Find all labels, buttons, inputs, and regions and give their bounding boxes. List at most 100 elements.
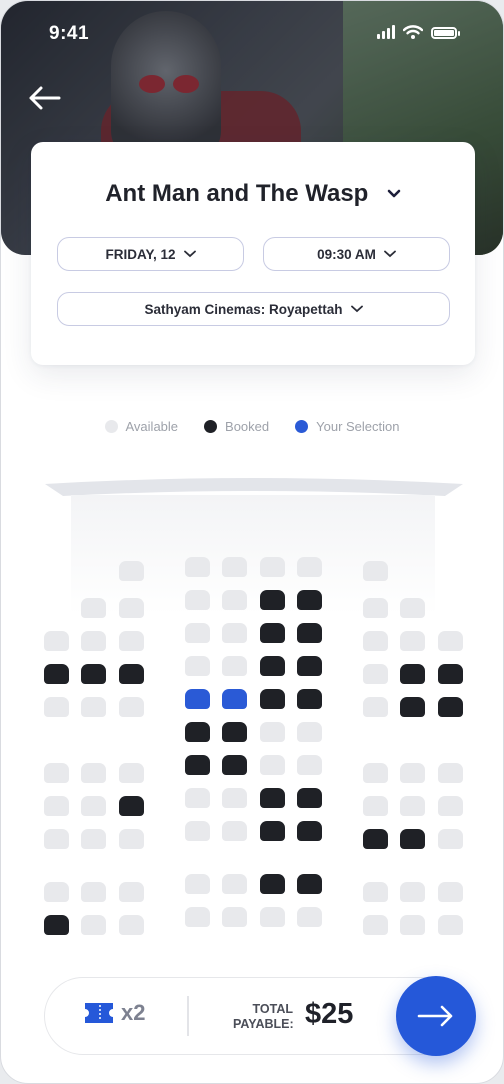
seat-available[interactable] bbox=[222, 557, 247, 577]
seat-available[interactable] bbox=[438, 796, 463, 816]
seat-available[interactable] bbox=[260, 907, 285, 927]
seat-available[interactable] bbox=[185, 656, 210, 676]
seat-available[interactable] bbox=[400, 763, 425, 783]
seat-available[interactable] bbox=[363, 598, 388, 618]
seat-selected[interactable] bbox=[185, 689, 210, 709]
seat-booked bbox=[185, 722, 210, 742]
seat-available[interactable] bbox=[185, 874, 210, 894]
seat-booked bbox=[438, 697, 463, 717]
seat-available[interactable] bbox=[222, 907, 247, 927]
seat-available[interactable] bbox=[297, 907, 322, 927]
seat-available[interactable] bbox=[119, 598, 144, 618]
seat-available[interactable] bbox=[185, 788, 210, 808]
seat-available[interactable] bbox=[363, 697, 388, 717]
seat-available[interactable] bbox=[363, 664, 388, 684]
seat-available[interactable] bbox=[81, 598, 106, 618]
seat-available[interactable] bbox=[438, 915, 463, 935]
seat-available[interactable] bbox=[297, 755, 322, 775]
seat-available[interactable] bbox=[44, 631, 69, 651]
seat-available[interactable] bbox=[400, 598, 425, 618]
seat-available[interactable] bbox=[81, 631, 106, 651]
selection-dot bbox=[295, 420, 309, 433]
seat-available[interactable] bbox=[119, 631, 144, 651]
seat-available[interactable] bbox=[81, 882, 106, 902]
seat-available[interactable] bbox=[400, 796, 425, 816]
seat-available[interactable] bbox=[44, 763, 69, 783]
seat-available[interactable] bbox=[400, 882, 425, 902]
seat-available[interactable] bbox=[222, 788, 247, 808]
seat-available[interactable] bbox=[119, 829, 144, 849]
seat-available[interactable] bbox=[81, 915, 106, 935]
seat-legend: Available Booked Your Selection bbox=[1, 419, 503, 434]
seat-available[interactable] bbox=[119, 561, 144, 581]
seat-available[interactable] bbox=[185, 907, 210, 927]
seat-available[interactable] bbox=[119, 697, 144, 717]
seat-available[interactable] bbox=[400, 915, 425, 935]
seat-booked bbox=[44, 664, 69, 684]
seat-available[interactable] bbox=[222, 821, 247, 841]
seat-available[interactable] bbox=[222, 590, 247, 610]
seat-available[interactable] bbox=[260, 755, 285, 775]
seat-available[interactable] bbox=[81, 829, 106, 849]
seat-available[interactable] bbox=[81, 697, 106, 717]
back-arrow-icon[interactable] bbox=[27, 83, 63, 113]
seat-available[interactable] bbox=[44, 796, 69, 816]
date-dropdown[interactable]: FRIDAY, 12 bbox=[57, 237, 244, 271]
seat-booked bbox=[297, 689, 322, 709]
seat-available[interactable] bbox=[438, 829, 463, 849]
time-dropdown[interactable]: 09:30 AM bbox=[263, 237, 450, 271]
seat-available[interactable] bbox=[400, 631, 425, 651]
seat-available[interactable] bbox=[363, 882, 388, 902]
seat-available[interactable] bbox=[185, 623, 210, 643]
seat-available[interactable] bbox=[119, 915, 144, 935]
theatre-value: Sathyam Cinemas: Royapettah bbox=[144, 301, 343, 317]
seat-available[interactable] bbox=[222, 623, 247, 643]
seat-booked bbox=[119, 664, 144, 684]
legend-item: Your Selection bbox=[295, 419, 399, 434]
seat-booked bbox=[297, 590, 322, 610]
seat-available[interactable] bbox=[363, 631, 388, 651]
theatre-dropdown[interactable]: Sathyam Cinemas: Royapettah bbox=[57, 292, 450, 326]
seat-available[interactable] bbox=[185, 590, 210, 610]
seat-available[interactable] bbox=[363, 763, 388, 783]
movie-selector[interactable]: Ant Man and The Wasp bbox=[31, 180, 475, 208]
seat-booked bbox=[260, 788, 285, 808]
seat-available[interactable] bbox=[44, 829, 69, 849]
ticket-icon bbox=[85, 1003, 113, 1023]
seat-available[interactable] bbox=[185, 557, 210, 577]
seat-booked bbox=[400, 664, 425, 684]
proceed-button[interactable] bbox=[396, 976, 476, 1056]
seat-available[interactable] bbox=[297, 557, 322, 577]
seat-available[interactable] bbox=[81, 763, 106, 783]
seat-available[interactable] bbox=[260, 557, 285, 577]
legend-label: Your Selection bbox=[316, 419, 400, 434]
seat-available[interactable] bbox=[363, 796, 388, 816]
seat-booked bbox=[260, 689, 285, 709]
seat-available[interactable] bbox=[297, 722, 322, 742]
seat-available[interactable] bbox=[81, 796, 106, 816]
seat-available[interactable] bbox=[119, 882, 144, 902]
signal-icon bbox=[377, 25, 395, 39]
seat-available[interactable] bbox=[44, 882, 69, 902]
seat-booked bbox=[119, 796, 144, 816]
legend-item: Available bbox=[104, 419, 178, 434]
seat-available[interactable] bbox=[44, 697, 69, 717]
chevron-down-icon bbox=[387, 189, 401, 198]
seat-available[interactable] bbox=[363, 561, 388, 581]
seat-available[interactable] bbox=[185, 821, 210, 841]
seat-available[interactable] bbox=[260, 722, 285, 742]
seat-available[interactable] bbox=[222, 656, 247, 676]
seat-available[interactable] bbox=[119, 763, 144, 783]
seat-booked bbox=[438, 664, 463, 684]
seat-available[interactable] bbox=[222, 874, 247, 894]
seat-booked bbox=[81, 664, 106, 684]
screen-glow bbox=[71, 495, 435, 615]
seat-booked bbox=[363, 829, 388, 849]
seat-available[interactable] bbox=[438, 882, 463, 902]
seat-available[interactable] bbox=[363, 915, 388, 935]
seat-available[interactable] bbox=[438, 631, 463, 651]
movie-title: Ant Man and The Wasp bbox=[105, 180, 369, 207]
total-label-line: PAYABLE: bbox=[233, 1017, 294, 1031]
seat-selected[interactable] bbox=[222, 689, 247, 709]
seat-available[interactable] bbox=[438, 763, 463, 783]
